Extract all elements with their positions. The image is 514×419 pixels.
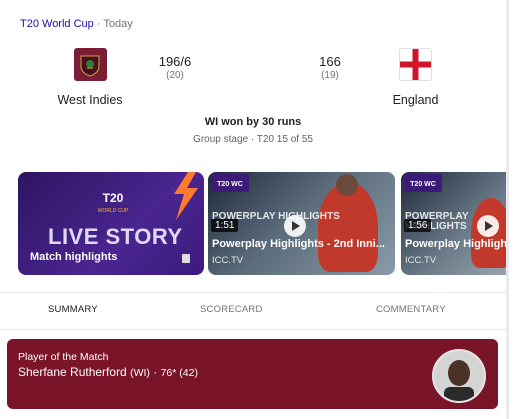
video-source: ICC.TV [212,255,244,266]
team-west-indies[interactable]: West Indies [40,48,140,107]
team-name: West Indies [57,93,123,107]
player-name: Sherfane Rutherford [18,365,127,379]
runs: 196/6 [158,54,192,69]
tab-summary[interactable]: SUMMARY [48,304,98,315]
potm-player: Sherfane Rutherford (WI) · 76* (42) [18,365,198,379]
card-video-1[interactable]: T20 WC POWERPLAY HIGHLIGHTS 1:51 Powerpl… [208,172,395,275]
svg-text:T20: T20 [103,191,124,205]
player-of-the-match-card[interactable]: Player of the Match Sherfane Rutherford … [7,339,498,409]
tab-scorecard[interactable]: SCORECARD [200,304,263,315]
runs: 166 [319,54,341,69]
match-header: T20 World Cup · Today [20,18,133,30]
highlights-carousel[interactable]: T20 WORLD CUP LIVE STORY Match highlight… [18,172,506,275]
t20-world-cup-logo-icon: T20 WC [404,174,442,192]
tab-commentary[interactable]: COMMENTARY [376,304,446,315]
card-video-2[interactable]: T20 WC POWERPLAY HIGHLIGHTS 1:56 Powerpl… [401,172,506,275]
match-result: WI won by 30 runs [204,116,302,128]
match-tabs: SUMMARY SCORECARD COMMENTARY [0,292,506,330]
play-icon[interactable] [284,215,306,237]
west-indies-flag-icon [73,48,107,81]
video-source: ICC.TV [405,255,437,266]
card-title: Powerplay Highlights - 2nd Inni... [212,238,385,250]
overs: (20) [166,70,184,81]
t20-world-cup-logo-icon: T20 WORLD CUP [98,191,129,214]
match-stage: Group stage · T20 15 of 55 [193,134,313,145]
card-title: Match highlights [30,251,118,263]
player-team: (WI) [130,367,150,379]
match-day: Today [103,18,133,30]
score-west-indies: 196/6 (20) [150,54,200,81]
separator: · [96,18,101,30]
separator: · [153,365,158,379]
team-name: England [392,93,439,107]
england-flag-icon [399,48,432,81]
play-icon[interactable] [477,215,499,237]
lightning-decoration-icon [174,172,198,220]
overs: (19) [321,70,339,81]
card-title: Powerplay Highligh [405,238,506,250]
card-live-story[interactable]: T20 WORLD CUP LIVE STORY Match highlight… [18,172,204,275]
live-story-overlay: LIVE STORY [48,224,183,249]
video-duration: 1:51 [211,219,239,232]
avatar [432,349,486,403]
svg-text:T20 WC: T20 WC [217,181,243,188]
tournament-link[interactable]: T20 World Cup [20,18,94,30]
video-duration: 1:56 [404,219,432,232]
svg-text:WORLD CUP: WORLD CUP [98,208,129,214]
player-head [336,174,358,196]
story-icon [182,254,190,263]
scrollbar[interactable] [506,0,509,419]
team-england[interactable]: England [368,48,463,107]
score-england: 166 (19) [305,54,355,81]
svg-text:T20 WC: T20 WC [410,181,436,188]
player-stats: 76* (42) [160,367,198,379]
t20-world-cup-logo-icon: T20 WC [211,174,249,192]
potm-label: Player of the Match [18,351,109,363]
